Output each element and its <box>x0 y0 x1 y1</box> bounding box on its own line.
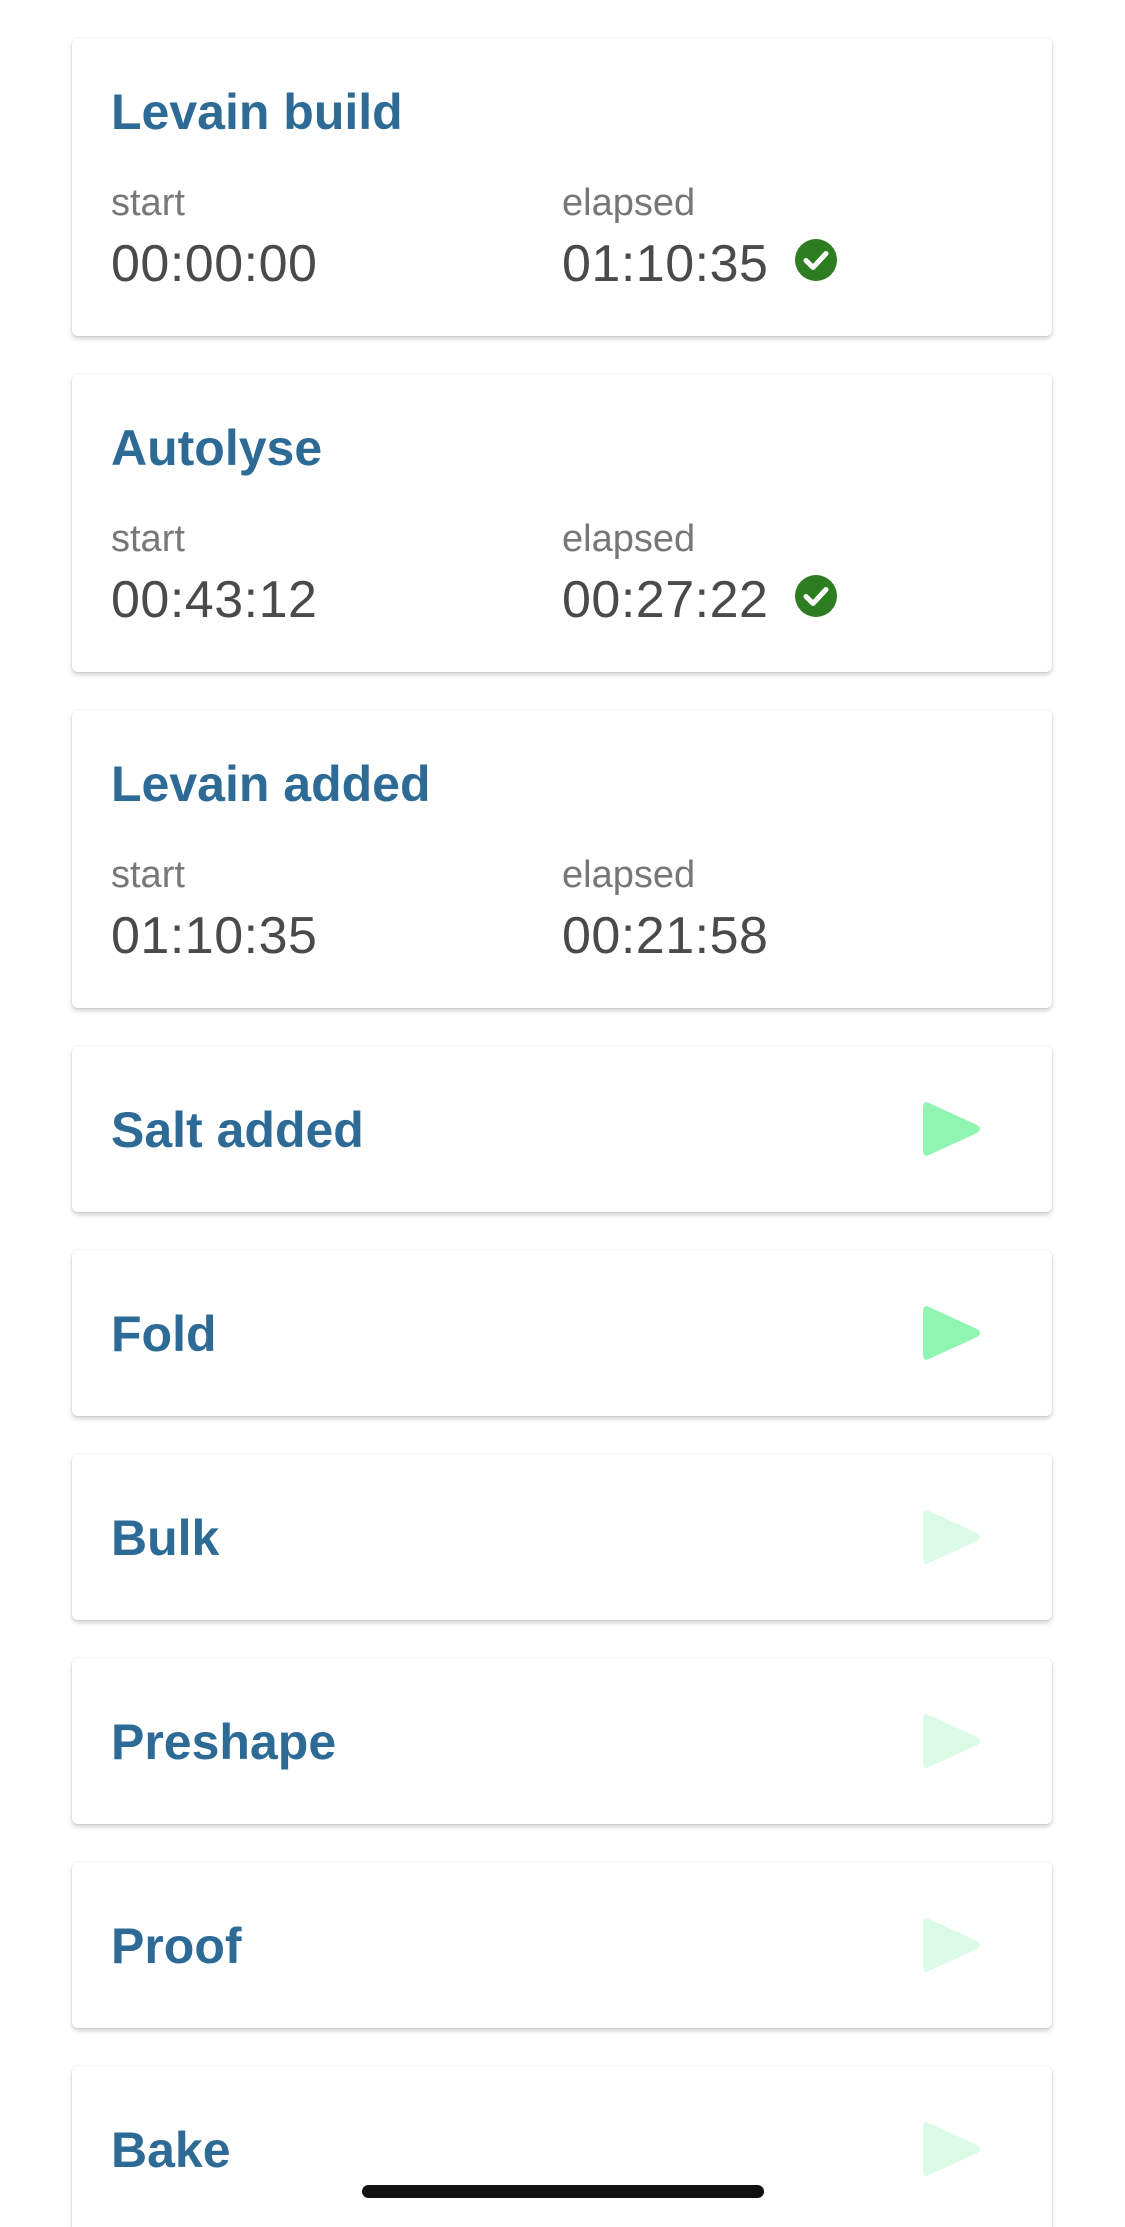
step-title: Salt added <box>111 1102 364 1158</box>
step-card-fold[interactable]: Fold <box>72 1250 1052 1416</box>
elapsed-label: elapsed <box>562 182 696 224</box>
start-label: start <box>111 854 185 896</box>
start-time: 01:10:35 <box>111 907 318 965</box>
play-icon[interactable] <box>923 1915 981 1975</box>
step-card-autolyse[interactable]: Autolyse start 00:43:12 elapsed 00:27:22 <box>72 374 1052 672</box>
play-icon[interactable] <box>923 2119 981 2179</box>
elapsed-time: 00:21:58 <box>562 907 769 965</box>
step-card-levain-added[interactable]: Levain added start 01:10:35 elapsed 00:2… <box>72 710 1052 1008</box>
start-time: 00:43:12 <box>111 571 318 629</box>
play-icon[interactable] <box>923 1507 981 1567</box>
elapsed-label: elapsed <box>562 854 696 896</box>
step-title: Levain added <box>111 756 431 812</box>
step-title: Bake <box>111 2122 231 2178</box>
check-circle-icon <box>795 575 837 617</box>
start-time: 00:00:00 <box>111 235 318 293</box>
play-icon[interactable] <box>923 1099 981 1159</box>
step-title: Fold <box>111 1306 217 1362</box>
step-card-salt-added[interactable]: Salt added <box>72 1046 1052 1212</box>
step-card-levain-build[interactable]: Levain build start 00:00:00 elapsed 01:1… <box>72 38 1052 336</box>
start-label: start <box>111 182 185 224</box>
elapsed-label: elapsed <box>562 518 696 560</box>
step-card-proof[interactable]: Proof <box>72 1862 1052 2028</box>
play-icon[interactable] <box>923 1711 981 1771</box>
step-card-bulk[interactable]: Bulk <box>72 1454 1052 1620</box>
elapsed-time: 01:10:35 <box>562 235 769 293</box>
step-title: Proof <box>111 1918 242 1974</box>
step-title: Bulk <box>111 1510 220 1566</box>
check-circle-icon <box>795 239 837 281</box>
home-indicator[interactable] <box>362 2185 764 2198</box>
step-title: Autolyse <box>111 420 323 476</box>
play-icon[interactable] <box>923 1303 981 1363</box>
step-card-preshape[interactable]: Preshape <box>72 1658 1052 1824</box>
step-title: Levain build <box>111 84 403 140</box>
start-label: start <box>111 518 185 560</box>
bake-timeline-screen: Levain build start 00:00:00 elapsed 01:1… <box>0 0 1125 2227</box>
step-card-bake[interactable]: Bake <box>72 2066 1052 2227</box>
elapsed-time: 00:27:22 <box>562 571 769 629</box>
step-title: Preshape <box>111 1714 337 1770</box>
